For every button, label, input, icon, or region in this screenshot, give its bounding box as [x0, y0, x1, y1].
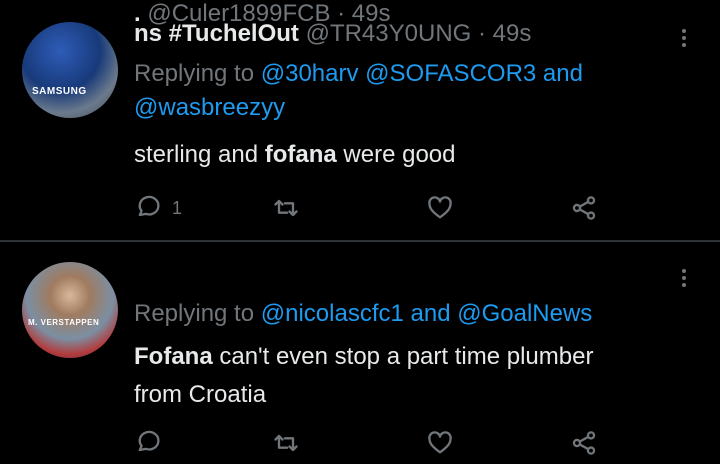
mention-link[interactable]: @30harv — [261, 60, 359, 87]
replying-to-label: Replying to — [134, 300, 255, 327]
replying-to: Replying to @nicolascfc1 and @GoalNews — [134, 297, 694, 331]
mention-link[interactable]: @SOFASCOR3 — [365, 60, 536, 87]
separator-dot: · — [478, 20, 486, 47]
avatar[interactable]: M. VERSTAPPEN — [22, 262, 118, 358]
tweet-text-part: from Croatia — [134, 381, 267, 408]
avatar-text: SAMSUNG — [32, 86, 87, 97]
mention-link[interactable]: @nicolascfc1 — [261, 300, 404, 327]
share-button[interactable] — [570, 428, 598, 458]
mention-link[interactable]: @wasbreezyy — [134, 94, 285, 121]
share-icon — [572, 431, 596, 455]
like-button[interactable] — [426, 428, 454, 458]
tweet-text-part: were good — [336, 141, 456, 168]
retweet-button[interactable] — [272, 193, 300, 223]
tweet-text-bold: Fofana — [134, 343, 213, 370]
and-label: and — [410, 300, 451, 327]
and-label: and — [542, 60, 583, 87]
tweet-text: Fofana can't even stop a part time plumb… — [134, 338, 694, 414]
mention-link[interactable]: @GoalNews — [457, 300, 592, 327]
tweet-actions: 1 — [134, 193, 614, 223]
tweet[interactable]: SAMSUNG ns #TuchelOut @TR43Y0UNG · 49s R… — [0, 0, 720, 240]
timestamp[interactable]: 49s — [493, 20, 532, 47]
tweet-header: . @Culer1899FCB · 49s — [134, 0, 391, 28]
retweet-button[interactable] — [272, 428, 300, 458]
share-button[interactable] — [570, 193, 598, 223]
retweet-icon — [274, 434, 298, 452]
more-options-icon[interactable] — [676, 266, 692, 292]
replying-to-label: Replying to — [134, 60, 255, 87]
timestamp[interactable]: 49s — [352, 0, 391, 27]
avatar[interactable]: SAMSUNG — [22, 22, 118, 118]
tweet-actions — [134, 428, 614, 458]
reply-icon — [138, 430, 160, 452]
separator-dot: · — [337, 0, 346, 27]
tweet-text-part: can't even stop a part time plumber — [212, 343, 594, 370]
avatar-text: M. VERSTAPPEN — [28, 318, 100, 327]
reply-button[interactable] — [134, 428, 172, 458]
retweet-icon — [274, 199, 298, 217]
reply-button[interactable]: 1 — [134, 193, 182, 223]
reply-icon — [138, 195, 160, 217]
reply-count: 1 — [172, 197, 183, 218]
tweet-text-part: sterling and — [134, 141, 265, 168]
more-options-icon[interactable] — [676, 26, 692, 52]
share-icon — [572, 196, 596, 220]
like-button[interactable] — [426, 193, 454, 223]
tweet-text: sterling and fofana were good — [134, 136, 694, 174]
replying-to: Replying to @30harv @SOFASCOR3 and @wasb… — [134, 57, 694, 125]
like-icon — [428, 196, 452, 219]
display-name[interactable]: . — [134, 0, 141, 27]
tweet-text-bold: fofana — [264, 141, 337, 168]
like-icon — [428, 431, 452, 454]
username[interactable]: @Culer1899FCB — [147, 0, 330, 27]
